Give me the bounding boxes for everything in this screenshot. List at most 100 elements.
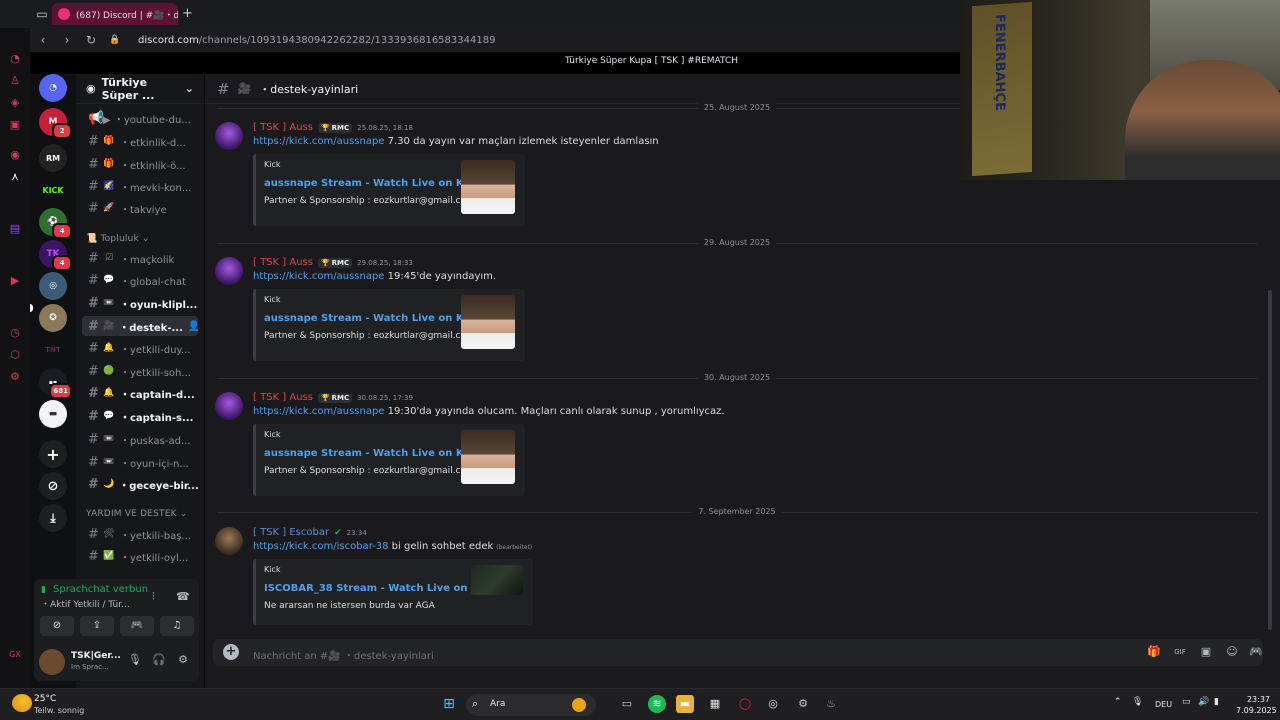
player-icon[interactable]: ▶ xyxy=(8,274,22,288)
activities-button[interactable]: 🎮 xyxy=(120,616,154,636)
embed-title[interactable]: ISCOBAR_38 Stream - Watch Live on Kick xyxy=(264,583,495,594)
message-input[interactable]: Nachricht an #🎥 ・destek-yayinlari xyxy=(253,647,434,662)
server-icon-logo[interactable]: TNT xyxy=(39,336,67,364)
channel-item[interactable]: # 🔔 ・yetkili-duy... xyxy=(82,338,198,358)
steam-icon[interactable]: ♨ xyxy=(822,695,840,713)
gift-icon[interactable]: 🎁 xyxy=(1147,645,1161,659)
message[interactable]: [ TSK ] Auss RMC 30.08.25, 17:39 https:/… xyxy=(215,392,1255,502)
lock-icon[interactable]: 🔒 xyxy=(108,35,122,45)
reload-icon[interactable]: ↻ xyxy=(84,33,98,47)
server-icon-tsk[interactable]: ✪ xyxy=(39,304,67,332)
noise-suppression-icon[interactable]: ⫶ xyxy=(152,590,155,604)
apps-icon[interactable]: 🎮 xyxy=(1249,645,1263,659)
screen-share-button[interactable]: ⇪ xyxy=(80,616,114,636)
weather-condition[interactable]: Teilw. sonnig xyxy=(34,706,84,715)
gif-icon[interactable]: GIF xyxy=(1173,645,1187,659)
microphone-icon[interactable]: 🎙 xyxy=(128,653,142,667)
username[interactable]: TSK|Ger... xyxy=(71,651,121,661)
voice-channel-name[interactable]: ・Aktif Yetkili / Tür... xyxy=(41,597,130,610)
message-link[interactable]: https://kick.com/aussnape xyxy=(253,406,384,417)
opera-gx-icon[interactable]: ◯ xyxy=(736,695,754,713)
user-settings-icon[interactable]: ⚙ xyxy=(176,653,190,667)
history-icon[interactable]: ◷ xyxy=(8,326,22,340)
message-author[interactable]: [ TSK ] Auss xyxy=(253,122,313,133)
channel-item-active[interactable]: # 🎥 ・destek-... 👤 xyxy=(82,316,198,336)
channel-item[interactable]: # 💬 ・captain-s... xyxy=(82,406,198,426)
message-author[interactable]: [ TSK ] Auss xyxy=(253,257,313,268)
add-member-icon[interactable]: 👤 xyxy=(188,321,198,332)
forward-icon[interactable]: › xyxy=(60,33,74,47)
gx-icon[interactable]: GX xyxy=(8,648,22,662)
twitch-icon[interactable]: ▤ xyxy=(8,222,22,236)
voice-status[interactable]: Sprachchat verbun xyxy=(53,584,148,595)
message-composer[interactable]: + Nachricht an #🎥 ・destek-yayinlari 🎁 GI… xyxy=(213,639,1263,666)
taskbar-search[interactable]: ⌕ Ara xyxy=(466,694,596,716)
avatar[interactable] xyxy=(215,257,243,285)
settings-taskbar-icon[interactable]: ⚙ xyxy=(794,695,812,713)
message-link[interactable]: https://kick.com/aussnape xyxy=(253,271,384,282)
discord-home-icon[interactable]: ◔ xyxy=(39,74,67,102)
server-icon-kick[interactable]: KICK xyxy=(39,176,67,204)
emoji-icon[interactable]: ☺ xyxy=(1225,645,1239,659)
channel-item[interactable]: # ☑ ・maçkolik xyxy=(82,248,198,268)
channel-item[interactable]: 📢 ▶ ・youtube-du... xyxy=(82,108,198,128)
embed-title[interactable]: aussnape Stream - Watch Live on Kick xyxy=(264,448,480,459)
camera-off-button[interactable]: ⊘ xyxy=(40,616,74,636)
weather-temp[interactable]: 25°C xyxy=(34,694,56,704)
channel-item[interactable]: # 🛠 ・yetkili-baş... xyxy=(82,524,198,544)
avatar[interactable] xyxy=(215,392,243,420)
messenger-icon[interactable]: ◈ xyxy=(8,96,22,110)
channel-item[interactable]: # 🟢 ・yetkili-soh... xyxy=(82,361,198,381)
input-language[interactable]: DEU xyxy=(1155,700,1172,709)
channel-item[interactable]: # 📼 ・oyun-klipl... xyxy=(82,293,198,313)
tray-chevron-icon[interactable]: ⌃ xyxy=(1114,697,1122,707)
back-icon[interactable]: ‹ xyxy=(36,33,50,47)
channel-item[interactable]: # ✅ ・yetkili-oyl... xyxy=(82,546,198,566)
avatar[interactable] xyxy=(215,527,243,555)
avatar[interactable] xyxy=(39,649,65,675)
network-icon[interactable]: ▭ xyxy=(1182,697,1191,707)
attach-plus-icon[interactable]: + xyxy=(223,644,239,660)
channel-item[interactable]: # 🔔 ・captain-d... xyxy=(82,383,198,403)
channel-item[interactable]: # 🌙 ・geceye-bir... xyxy=(82,474,198,494)
volume-icon[interactable]: 🔊 xyxy=(1198,697,1209,707)
embed-thumbnail[interactable] xyxy=(461,295,515,349)
message-link[interactable]: https://kick.com/aussnape xyxy=(253,136,384,147)
spotify-icon[interactable]: ≋ xyxy=(648,695,666,713)
aria-icon[interactable]: ◔ xyxy=(8,52,22,66)
sticker-icon[interactable]: ▣ xyxy=(1199,645,1213,659)
mic-tray-icon[interactable]: 🎙 xyxy=(1132,697,1143,707)
discord-taskbar-icon[interactable]: ◎ xyxy=(764,695,782,713)
server-icon-globe[interactable]: ◎ xyxy=(39,272,67,300)
url-field[interactable]: discord.com/channels/1093194380942262282… xyxy=(138,35,495,46)
instagram-icon[interactable]: ▣ xyxy=(8,118,22,132)
server-icon-m[interactable]: M2 xyxy=(39,108,72,139)
new-tab-button[interactable]: + xyxy=(182,6,193,22)
taskbar-clock[interactable]: 23:37 7.09.2025 xyxy=(1236,694,1277,716)
soundboard-button[interactable]: ♫ xyxy=(160,616,194,636)
chat-scrollbar[interactable] xyxy=(1268,290,1272,630)
server-icon-tt[interactable]: TK 4 xyxy=(39,240,72,271)
workspace-icon[interactable]: ♙ xyxy=(8,74,22,88)
channel-item[interactable]: # 🎁 ・etkinlik-ö... xyxy=(82,154,198,174)
extensions-icon[interactable]: ⬡ xyxy=(8,348,22,362)
server-icon-tk[interactable]: ⚽ 4 xyxy=(39,208,72,239)
download-icon[interactable]: ⤓ xyxy=(39,504,67,532)
start-icon[interactable]: ⊞ xyxy=(440,695,458,713)
message-author[interactable]: [ TSK ] Escobar xyxy=(253,527,329,538)
file-explorer-icon[interactable]: ▬ xyxy=(676,695,694,713)
disconnect-icon[interactable]: ☎ xyxy=(176,590,190,603)
weather-icon[interactable] xyxy=(12,694,32,712)
embed-thumbnail[interactable] xyxy=(471,565,523,595)
server-icon-white[interactable]: ▬ xyxy=(39,400,67,428)
channel-item[interactable]: # 📼 ・puskas-ad... xyxy=(82,429,198,449)
settings-icon[interactable]: ⚙ xyxy=(8,370,22,384)
avatar[interactable] xyxy=(215,122,243,150)
task-view-icon[interactable]: ▭ xyxy=(618,695,636,713)
server-icon-folder[interactable]: ▪▪ 681 xyxy=(39,368,72,399)
browser-tab-discord[interactable]: (687) Discord | #🎥・destek xyxy=(52,3,178,25)
embed-thumbnail[interactable] xyxy=(461,430,515,484)
server-header[interactable]: ◉ Türkiye Süper ... ⌄ xyxy=(76,74,204,104)
add-server-icon[interactable]: + xyxy=(39,440,67,468)
message[interactable]: [ TSK ] Auss RMC 29.08.25, 18:33 https:/… xyxy=(215,257,1255,367)
